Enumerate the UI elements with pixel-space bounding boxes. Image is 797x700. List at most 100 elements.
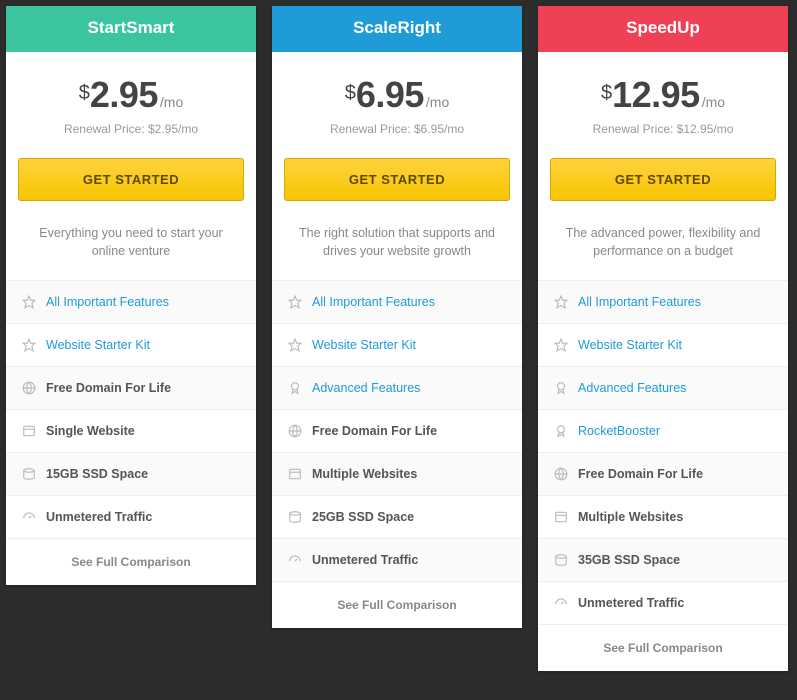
site-icon — [288, 467, 302, 481]
gauge-icon — [554, 596, 568, 610]
feature-item[interactable]: Website Starter Kit — [6, 323, 256, 366]
currency-symbol: $ — [601, 82, 612, 105]
gauge-icon — [22, 510, 36, 524]
price-period: /mo — [426, 94, 449, 110]
feature-label: Single Website — [46, 424, 135, 438]
badge-icon — [554, 424, 568, 438]
feature-label: Free Domain For Life — [312, 424, 437, 438]
gauge-icon — [288, 553, 302, 567]
price-period: /mo — [702, 94, 725, 110]
feature-item: Unmetered Traffic — [6, 495, 256, 538]
feature-item: 25GB SSD Space — [272, 495, 522, 538]
badge-icon — [554, 381, 568, 395]
feature-label: RocketBooster — [578, 424, 660, 438]
price-block: $12.95/mo Renewal Price: $12.95/mo — [538, 52, 788, 144]
currency-symbol: $ — [345, 82, 356, 105]
feature-list: All Important Features Website Starter Ki… — [6, 280, 256, 538]
site-icon — [22, 424, 36, 438]
feature-item[interactable]: Advanced Features — [272, 366, 522, 409]
feature-label: Unmetered Traffic — [578, 596, 684, 610]
plan-card: StartSmart $2.95/mo Renewal Price: $2.95/m… — [6, 6, 256, 585]
feature-item: Free Domain For Life — [538, 452, 788, 495]
feature-label: Free Domain For Life — [578, 467, 703, 481]
price-block: $6.95/mo Renewal Price: $6.95/mo — [272, 52, 522, 144]
price-period: /mo — [160, 94, 183, 110]
star-icon — [288, 338, 302, 352]
star-icon — [288, 295, 302, 309]
see-full-comparison-link[interactable]: See Full Comparison — [6, 538, 256, 585]
feature-item: Free Domain For Life — [6, 366, 256, 409]
plan-name: StartSmart — [6, 6, 256, 52]
price: $12.95/mo — [601, 74, 725, 116]
feature-item: Multiple Websites — [272, 452, 522, 495]
feature-label: Multiple Websites — [578, 510, 683, 524]
see-full-comparison-link[interactable]: See Full Comparison — [272, 581, 522, 628]
see-full-comparison-link[interactable]: See Full Comparison — [538, 624, 788, 671]
feature-item: 15GB SSD Space — [6, 452, 256, 495]
renewal-price: Renewal Price: $12.95/mo — [548, 122, 778, 136]
feature-item[interactable]: Website Starter Kit — [538, 323, 788, 366]
globe-icon — [288, 424, 302, 438]
feature-label: Website Starter Kit — [46, 338, 150, 352]
plan-name: SpeedUp — [538, 6, 788, 52]
feature-label: Unmetered Traffic — [46, 510, 152, 524]
feature-label: Free Domain For Life — [46, 381, 171, 395]
feature-label: Website Starter Kit — [312, 338, 416, 352]
plan-tagline: The right solution that supports and dri… — [272, 219, 522, 280]
disk-icon — [22, 467, 36, 481]
star-icon — [22, 338, 36, 352]
plan-name: ScaleRight — [272, 6, 522, 52]
feature-label: Unmetered Traffic — [312, 553, 418, 567]
renewal-price: Renewal Price: $2.95/mo — [16, 122, 246, 136]
star-icon — [22, 295, 36, 309]
plan-tagline: Everything you need to start your online… — [6, 219, 256, 280]
price-block: $2.95/mo Renewal Price: $2.95/mo — [6, 52, 256, 144]
feature-label: 25GB SSD Space — [312, 510, 414, 524]
get-started-button[interactable]: GET STARTED — [18, 158, 244, 201]
plan-card: SpeedUp $12.95/mo Renewal Price: $12.95/mo… — [538, 6, 788, 671]
feature-label: 35GB SSD Space — [578, 553, 680, 567]
feature-item[interactable]: RocketBooster — [538, 409, 788, 452]
price-amount: 6.95 — [356, 74, 424, 116]
site-icon — [554, 510, 568, 524]
feature-list: All Important Features Website Starter Ki… — [538, 280, 788, 624]
feature-list: All Important Features Website Starter Ki… — [272, 280, 522, 581]
feature-item[interactable]: Advanced Features — [538, 366, 788, 409]
badge-icon — [288, 381, 302, 395]
globe-icon — [554, 467, 568, 481]
disk-icon — [554, 553, 568, 567]
pricing-plans: StartSmart $2.95/mo Renewal Price: $2.95/m… — [6, 6, 791, 671]
price-amount: 2.95 — [90, 74, 158, 116]
feature-item[interactable]: Website Starter Kit — [272, 323, 522, 366]
feature-item[interactable]: All Important Features — [272, 280, 522, 323]
disk-icon — [288, 510, 302, 524]
feature-label: All Important Features — [312, 295, 435, 309]
plan-tagline: The advanced power, flexibility and perf… — [538, 219, 788, 280]
feature-label: All Important Features — [578, 295, 701, 309]
feature-item: Multiple Websites — [538, 495, 788, 538]
feature-label: Advanced Features — [578, 381, 686, 395]
renewal-price: Renewal Price: $6.95/mo — [282, 122, 512, 136]
feature-label: All Important Features — [46, 295, 169, 309]
feature-item: 35GB SSD Space — [538, 538, 788, 581]
feature-item: Unmetered Traffic — [538, 581, 788, 624]
feature-item[interactable]: All Important Features — [6, 280, 256, 323]
star-icon — [554, 338, 568, 352]
price: $2.95/mo — [79, 74, 184, 116]
price: $6.95/mo — [345, 74, 450, 116]
feature-label: Advanced Features — [312, 381, 420, 395]
star-icon — [554, 295, 568, 309]
price-amount: 12.95 — [612, 74, 700, 116]
get-started-button[interactable]: GET STARTED — [550, 158, 776, 201]
feature-item[interactable]: All Important Features — [538, 280, 788, 323]
feature-item: Unmetered Traffic — [272, 538, 522, 581]
get-started-button[interactable]: GET STARTED — [284, 158, 510, 201]
feature-label: Multiple Websites — [312, 467, 417, 481]
feature-item: Single Website — [6, 409, 256, 452]
feature-item: Free Domain For Life — [272, 409, 522, 452]
currency-symbol: $ — [79, 82, 90, 105]
plan-card: ScaleRight $6.95/mo Renewal Price: $6.95/m… — [272, 6, 522, 628]
feature-label: 15GB SSD Space — [46, 467, 148, 481]
globe-icon — [22, 381, 36, 395]
feature-label: Website Starter Kit — [578, 338, 682, 352]
